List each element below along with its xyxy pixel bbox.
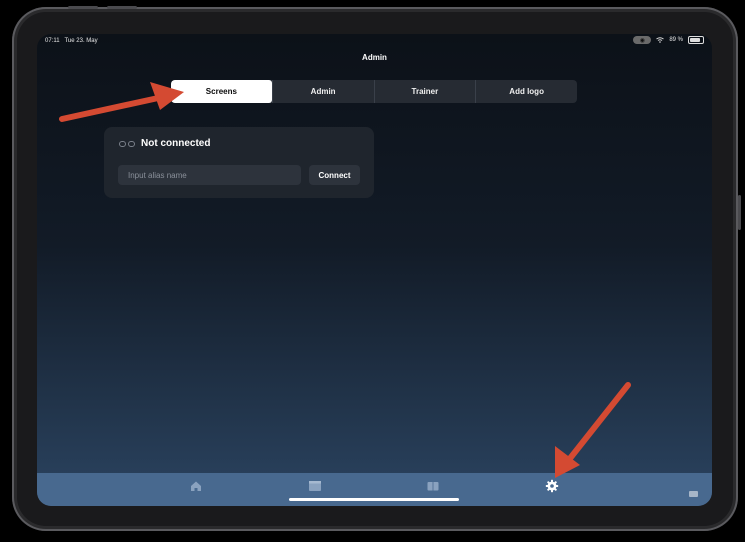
status-date: Tue 23. May [64,38,98,44]
keyboard-icon [689,491,698,497]
book-icon[interactable] [426,479,440,493]
battery-icon [688,36,704,44]
tab-admin[interactable]: Admin [271,80,374,103]
status-bar: 07:11 Tue 23. May ◉ 89 % [37,34,712,48]
status-time: 07:11 [45,38,60,44]
device-volume-button [68,6,98,9]
alias-name-input[interactable] [118,165,301,185]
connection-card: Not connected Connect [104,127,374,198]
bottom-tab-bar [37,473,712,506]
wifi-icon [656,37,665,43]
link-off-icon [119,140,135,147]
battery-percentage: 89 % [669,37,683,43]
app-screen: 07:11 Tue 23. May ◉ 89 % Admin Screens A… [37,34,712,506]
segmented-control: Screens Admin Trainer Add logo [171,80,577,103]
focus-mode-icon: ◉ [633,36,652,44]
calendar-icon[interactable] [308,479,322,493]
connection-status: Not connected [141,138,211,149]
home-indicator[interactable] [289,498,459,501]
tab-add-logo[interactable]: Add logo [475,80,577,103]
connect-button[interactable]: Connect [309,165,360,185]
tab-trainer[interactable]: Trainer [373,80,476,103]
gear-icon[interactable] [545,479,559,493]
device-volume-button [107,6,137,9]
page-title: Admin [362,53,387,62]
device-power-button [738,195,741,230]
home-icon[interactable] [189,479,203,493]
tab-screens[interactable]: Screens [171,80,272,103]
